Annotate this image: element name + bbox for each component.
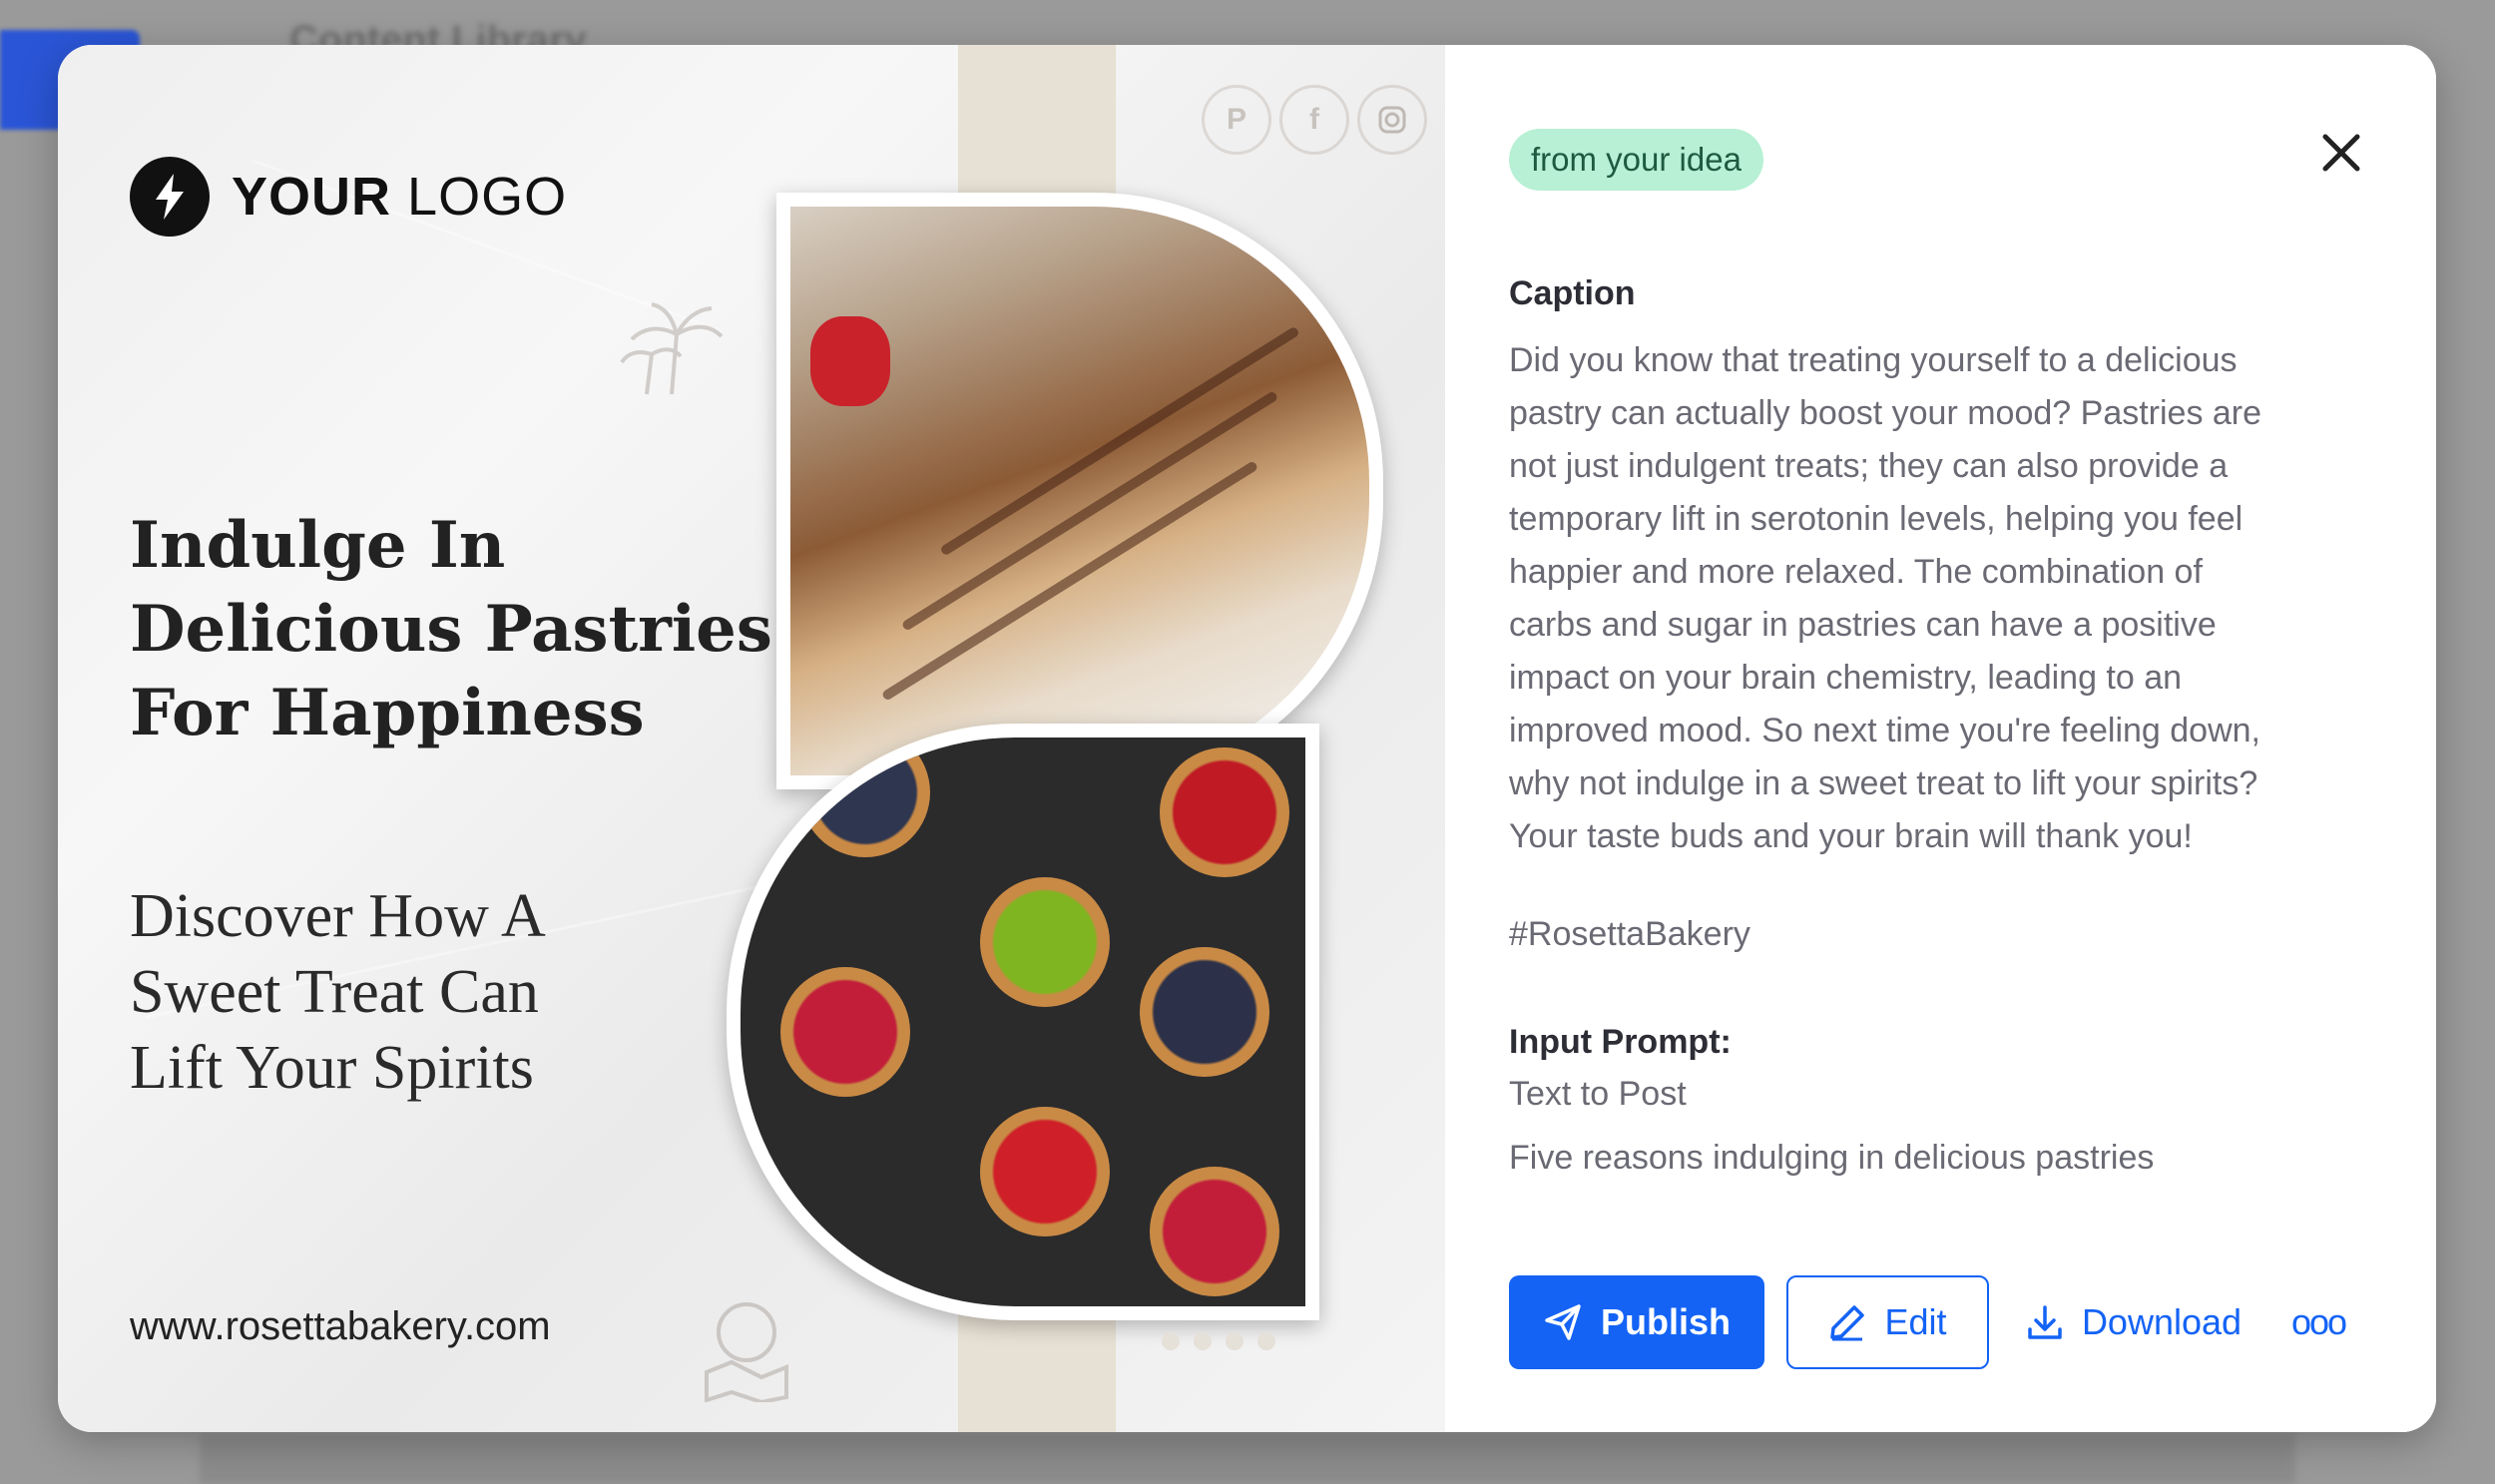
- blueberry-tart: [800, 738, 930, 857]
- post-preview-image: P f YOUR LOGO Indulge In Delicious Pastr…: [58, 45, 1445, 1432]
- chocolate-drizzle: [939, 325, 1300, 557]
- caption-label: Caption: [1509, 274, 1636, 312]
- strawberry: [810, 316, 890, 406]
- hashtag: #RosettaBakery: [1509, 915, 1750, 953]
- publish-button[interactable]: Publish: [1509, 1275, 1764, 1369]
- blueberry-tart: [1140, 947, 1269, 1077]
- fruit-tarts-photo: [727, 724, 1319, 1320]
- close-button[interactable]: [2311, 123, 2371, 183]
- post-preview-modal: P f YOUR LOGO Indulge In Delicious Pastr…: [58, 45, 2436, 1432]
- download-button[interactable]: Download: [2012, 1275, 2255, 1369]
- chocolate-drizzle: [880, 460, 1259, 702]
- more-options-button[interactable]: ooo: [2273, 1275, 2363, 1369]
- kiwi-tart: [980, 877, 1110, 1007]
- waffle-photo: [776, 193, 1383, 789]
- strawberry-tart: [980, 1107, 1110, 1237]
- edit-button[interactable]: Edit: [1786, 1275, 1989, 1369]
- carousel-dots: [1162, 1332, 1275, 1350]
- strawberry-tart: [1160, 747, 1289, 877]
- source-badge: from your idea: [1509, 129, 1763, 191]
- facebook-icon: f: [1279, 85, 1349, 155]
- raspberry-tart: [1150, 1167, 1279, 1296]
- input-prompt-label: Input Prompt:: [1509, 1023, 1732, 1061]
- prompt-type: Text to Post: [1509, 1075, 1687, 1113]
- close-icon: [2322, 134, 2360, 172]
- brand-logo: YOUR LOGO: [130, 157, 567, 237]
- map-pin-icon: [697, 1292, 796, 1407]
- caption-text: Did you know that treating yourself to a…: [1509, 341, 2262, 855]
- instagram-icon: [1357, 85, 1427, 155]
- chocolate-drizzle: [900, 390, 1279, 632]
- palm-tree-icon: [617, 294, 727, 409]
- logo-text: YOUR LOGO: [232, 167, 568, 227]
- post-headline: Indulge In Delicious Pastries For Happin…: [130, 508, 772, 750]
- background-content-strip: [200, 1434, 2295, 1484]
- post-subheadline: Discover How A Sweet Treat Can Lift Your…: [130, 882, 546, 1102]
- post-details-panel: from your idea Caption Did you know that…: [1445, 45, 2436, 1432]
- website-url: www.rosettabakery.com: [130, 1304, 551, 1348]
- pinterest-icon: P: [1202, 85, 1271, 155]
- pencil-icon: [1828, 1303, 1866, 1341]
- download-icon: [2026, 1303, 2064, 1341]
- prompt-text: Five reasons indulging in delicious past…: [1509, 1139, 2155, 1177]
- raspberry-tart: [780, 967, 910, 1097]
- lightning-icon: [130, 157, 210, 237]
- send-icon: [1543, 1302, 1583, 1342]
